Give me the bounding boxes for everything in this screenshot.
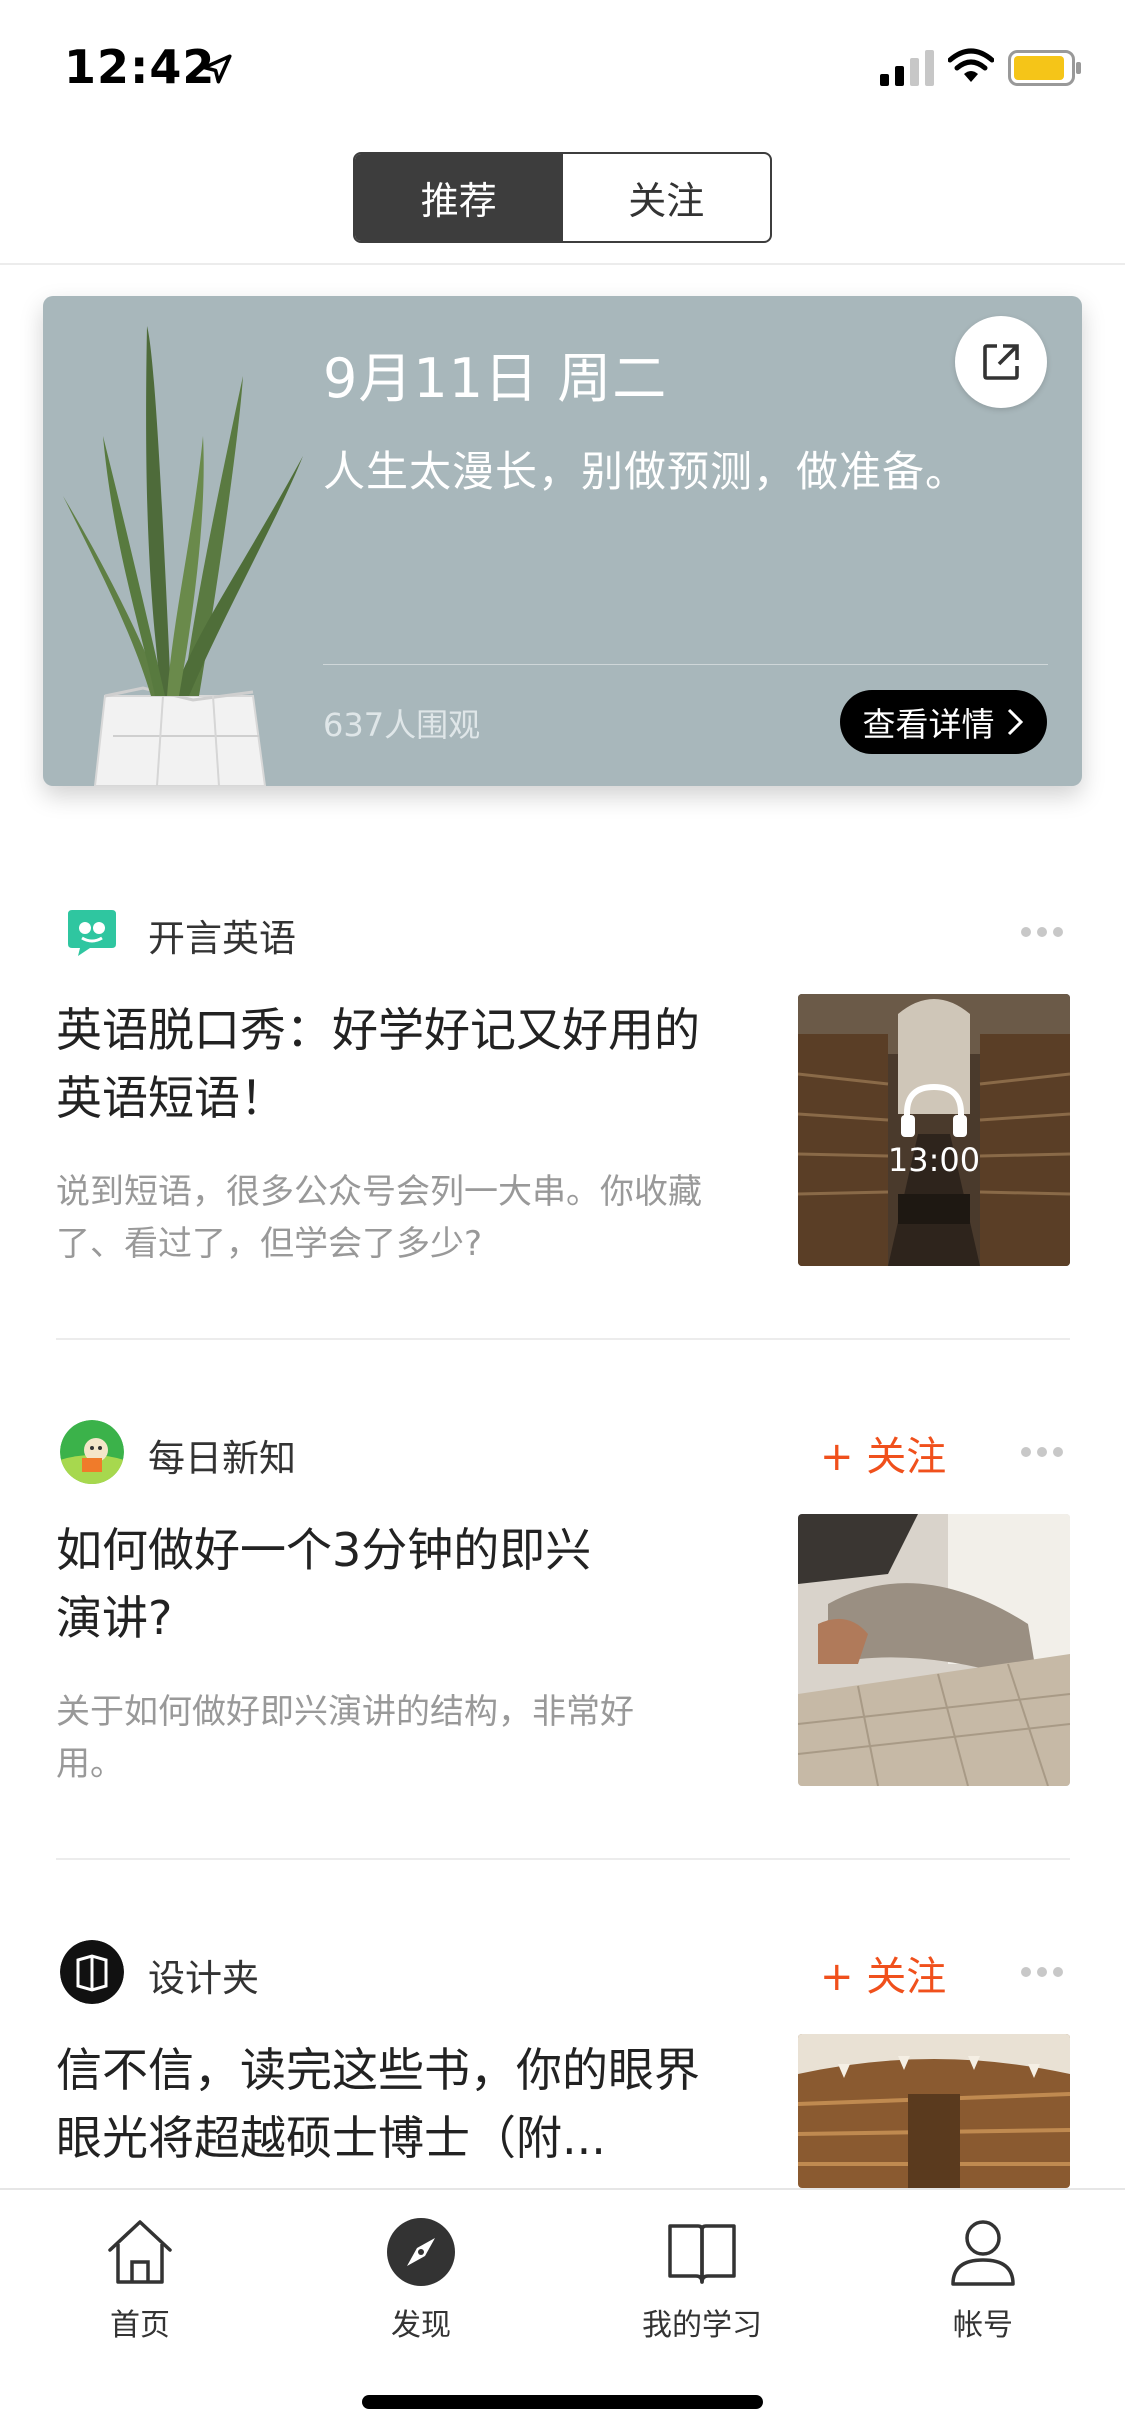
cactus-plant-illustration: [63, 326, 303, 786]
article-thumbnail[interactable]: 13:00: [798, 994, 1070, 1266]
source-name[interactable]: 设计夹: [148, 1948, 259, 2002]
more-options-icon[interactable]: [1020, 1446, 1064, 1458]
view-details-button[interactable]: 查看详情: [840, 690, 1047, 754]
share-button[interactable]: [955, 316, 1047, 408]
more-options-icon[interactable]: [1020, 1966, 1064, 1978]
view-details-label: 查看详情: [862, 705, 995, 744]
card-quote: 人生太漫长，别做预测，做准备。: [323, 447, 969, 496]
article-title[interactable]: 如何做好一个3分钟的即兴演讲?: [56, 1516, 616, 1652]
user-icon: [951, 2220, 1015, 2286]
tab-account[interactable]: 帐号: [893, 2214, 1073, 2344]
cellular-signal-icon: [880, 50, 934, 86]
bookstore-image: [798, 2034, 1070, 2188]
daily-quote-card[interactable]: 9月11日 周二 人生太漫长，别做预测，做准备。 637人围观 查看详情: [43, 296, 1082, 786]
location-arrow-icon: [202, 54, 232, 84]
article-title[interactable]: 英语脱口秀：好学好记又好用的英语短语！: [56, 996, 736, 1132]
follow-button[interactable]: + 关注: [820, 1424, 946, 1482]
card-divider: [323, 664, 1048, 665]
source-name[interactable]: 开言英语: [148, 908, 296, 962]
tab-recommend[interactable]: 推荐: [355, 154, 563, 241]
home-indicator[interactable]: [362, 2395, 763, 2409]
article-summary: 说到短语，很多公众号会列一大串。你收藏了、看过了，但学会了多少?: [56, 1172, 702, 1264]
kaiyan-english-logo-icon: [60, 900, 124, 964]
headphones-icon: [901, 1083, 967, 1137]
article-thumbnail[interactable]: [798, 1514, 1070, 1786]
source-name[interactable]: 每日新知: [148, 1428, 296, 1482]
tab-home[interactable]: 首页: [50, 2214, 230, 2344]
audio-overlay: 13:00: [798, 994, 1070, 1266]
tab-home-label: 首页: [110, 2308, 170, 2343]
tab-my-learning-label: 我的学习: [642, 2308, 762, 2343]
article-summary: 关于如何做好即兴演讲的结构，非常好用。: [56, 1692, 634, 1784]
open-book-icon: [668, 2224, 736, 2284]
design-folder-logo-icon: [60, 1940, 124, 2004]
status-time: 12:42: [64, 40, 216, 94]
more-options-icon[interactable]: [1020, 926, 1064, 938]
audio-duration: 13:00: [887, 1141, 981, 1179]
chevron-right-icon: [1007, 708, 1023, 736]
item-divider: [56, 1338, 1070, 1340]
status-bar: 12:42: [0, 0, 1125, 140]
item-divider: [56, 1858, 1070, 1860]
share-icon: [983, 344, 1019, 380]
article-thumbnail[interactable]: [798, 2034, 1070, 2188]
header-divider: [0, 263, 1125, 265]
battery-icon: [1008, 50, 1081, 86]
laptop-work-image: [798, 1514, 1070, 1786]
daily-knowledge-logo-icon: [60, 1420, 124, 1484]
wifi-icon: [948, 48, 994, 82]
home-icon: [108, 2220, 172, 2284]
article-title[interactable]: 信不信，读完这些书，你的眼界眼光将超越硕士博士（附...: [56, 2036, 736, 2172]
segmented-control: 推荐 关注: [353, 152, 772, 243]
tab-my-learning[interactable]: 我的学习: [612, 2214, 792, 2344]
tab-account-label: 帐号: [953, 2308, 1013, 2343]
follow-button[interactable]: + 关注: [820, 1944, 946, 2002]
tab-discover-label: 发现: [391, 2308, 451, 2343]
card-date: 9月11日 周二: [323, 347, 668, 410]
tab-follow[interactable]: 关注: [563, 154, 771, 241]
view-count: 637人围观: [323, 706, 481, 744]
compass-icon: [387, 2218, 455, 2286]
tab-discover[interactable]: 发现: [331, 2214, 511, 2344]
